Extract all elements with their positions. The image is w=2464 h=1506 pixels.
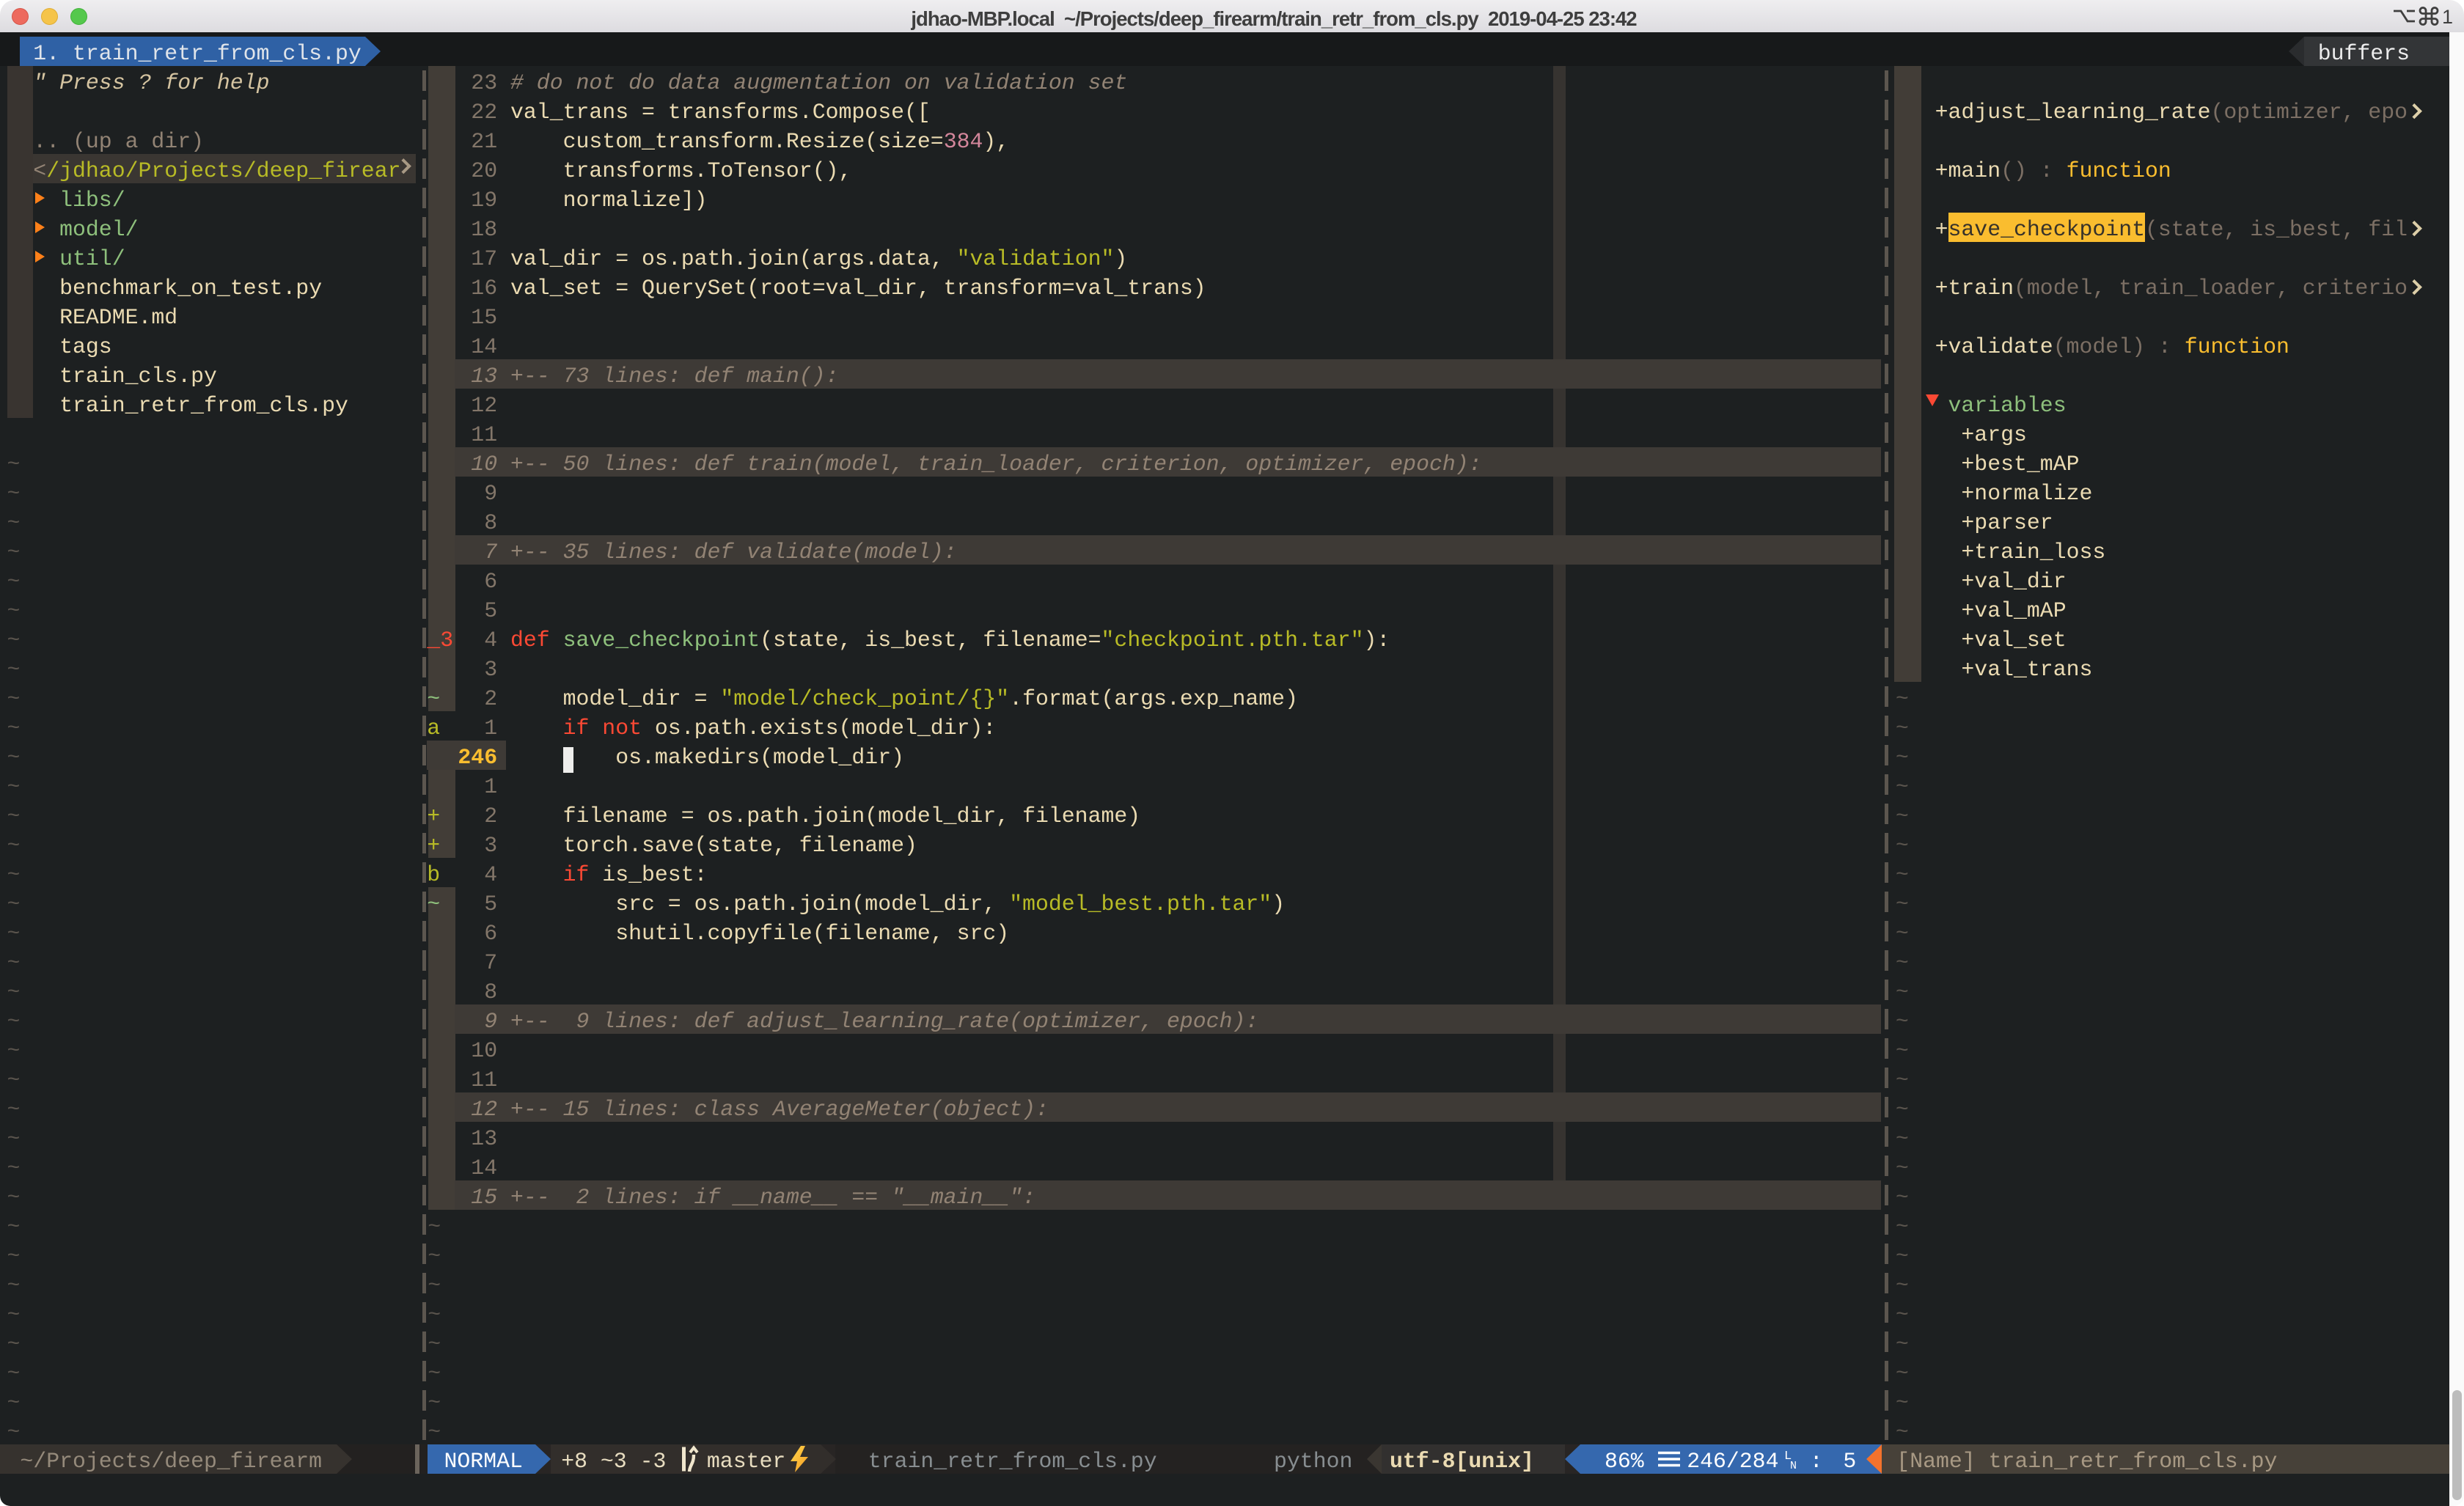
svg-text:1: 1 [2442, 6, 2453, 26]
